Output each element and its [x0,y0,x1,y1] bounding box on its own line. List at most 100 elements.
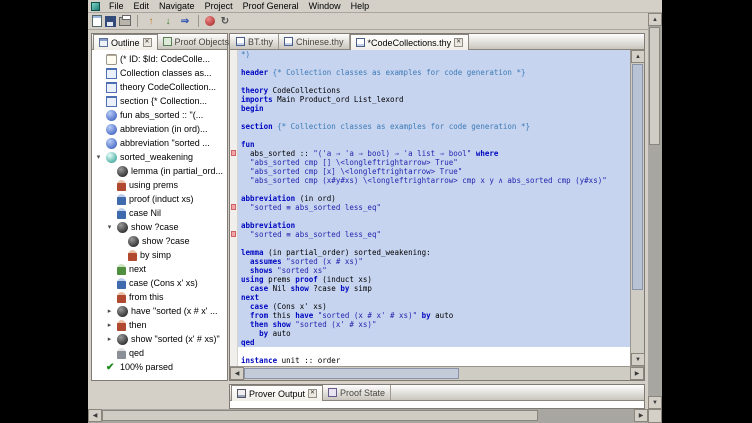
code-line[interactable] [238,347,630,356]
code-line[interactable]: begin [238,104,630,113]
outline-item[interactable]: using prems [92,178,227,192]
restart-prover-icon[interactable]: ↻ [218,15,232,28]
code-line[interactable] [238,59,630,68]
code-line[interactable]: instance unit :: order [238,356,630,365]
viewport-scroll-up-button[interactable] [648,13,662,26]
menu-item-window[interactable]: Window [304,0,346,12]
outline-item[interactable]: abbreviation (in ord)... [92,122,227,136]
next-proof-step-icon[interactable]: ↓ [161,15,175,28]
outline-item[interactable]: 100% parsed [92,360,227,374]
outline-item[interactable]: section {* Collection... [92,94,227,108]
outline-item[interactable]: next [92,262,227,276]
menu-item-edit[interactable]: Edit [129,0,155,12]
outline-item[interactable]: theory CodeCollection... [92,80,227,94]
code-line[interactable]: abs_sorted :: "('a ⇒ 'a ⇒ bool) ⇒ 'a lis… [238,149,630,158]
outline-item[interactable]: lemma (in partial_ord... [92,164,227,178]
outline-item[interactable]: from this [92,290,227,304]
outline-item[interactable]: by simp [92,248,227,262]
close-icon[interactable] [454,38,463,47]
code-text-area[interactable]: *)header {* Collection classes as exampl… [238,50,630,366]
editor-horizontal-scrollbar[interactable] [230,366,644,380]
code-line[interactable]: from this have "sorted (x # x' # xs)" by… [238,311,630,320]
code-line[interactable] [238,77,630,86]
close-icon[interactable] [143,38,152,47]
outline-item[interactable]: sorted_weakening [92,150,227,164]
scroll-up-button[interactable] [631,50,645,63]
code-line[interactable]: fun [238,140,630,149]
code-line[interactable]: shows "sorted xs" [238,266,630,275]
menu-item-help[interactable]: Help [346,0,375,12]
scroll-down-button[interactable] [631,353,645,366]
outline-item[interactable]: (* ID: $Id: CodeColle... [92,52,227,66]
menu-item-file[interactable]: File [104,0,129,12]
code-line[interactable]: "abs_sorted cmp [x] \<longleftrightarrow… [238,167,630,176]
save-icon[interactable] [105,16,116,27]
code-line[interactable]: next [238,293,630,302]
code-line[interactable] [238,131,630,140]
code-line[interactable]: lemma (in partial_order) sorted_weakenin… [238,248,630,257]
outline-item[interactable]: proof (induct xs) [92,192,227,206]
code-line[interactable]: imports Main Product_ord List_lexord [238,95,630,104]
outline-item[interactable]: abbreviation "sorted ... [92,136,227,150]
expander-closed-icon[interactable] [105,307,114,316]
code-line[interactable] [238,185,630,194]
viewport-scroll-down-button[interactable] [648,396,662,409]
code-line[interactable] [238,113,630,122]
code-line[interactable]: abbreviation [238,221,630,230]
code-line[interactable]: using prems proof (induct xs) [238,275,630,284]
editor-tab-bt-thy[interactable]: BT.thy [231,34,279,49]
interrupt-prover-icon[interactable] [205,16,215,26]
app-icon[interactable] [91,2,100,11]
view-tab-proof-state[interactable]: Proof State [323,385,391,400]
code-line[interactable]: case Nil show ?case by simp [238,284,630,293]
code-line[interactable]: "sorted ≡ abs_sorted less_eq" [238,203,630,212]
expander-closed-icon[interactable] [105,321,114,330]
outline-item[interactable]: qed [92,346,227,360]
code-line[interactable] [238,212,630,221]
viewport-vertical-scrollbar[interactable] [648,13,662,409]
expander-open-icon[interactable] [94,153,103,162]
scrollbar-thumb[interactable] [102,410,538,421]
print-icon[interactable] [119,17,131,26]
code-line[interactable]: "abs_sorted cmp (x#y#xs) \<longleftright… [238,176,630,185]
editor-tab-codecollections-thy[interactable]: *CodeCollections.thy [350,34,470,50]
code-line[interactable]: by auto [238,329,630,338]
editor-vertical-scrollbar[interactable] [630,50,644,366]
outline-item[interactable]: show "sorted (x' # xs)" [92,332,227,346]
outline-item[interactable]: have "sorted (x # x' ... [92,304,227,318]
code-line[interactable]: section {* Collection classes as example… [238,122,630,131]
expander-closed-icon[interactable] [105,335,114,344]
viewport-scroll-right-button[interactable] [634,409,648,422]
outline-item[interactable]: Collection classes as... [92,66,227,80]
code-line[interactable]: theory CodeCollections [238,86,630,95]
outline-item[interactable]: case Nil [92,206,227,220]
outline-item[interactable]: show ?case [92,220,227,234]
goto-point-icon[interactable]: ⇒ [178,15,192,28]
code-line[interactable]: qed [238,338,630,347]
menu-item-navigate[interactable]: Navigate [154,0,200,12]
viewport-scroll-left-button[interactable] [88,409,102,422]
view-tab-prover-output[interactable]: Prover Output [231,385,323,401]
outline-item[interactable]: fun abs_sorted :: "(... [92,108,227,122]
code-line[interactable]: "sorted ≡ abs_sorted less_eq" [238,230,630,239]
outline-item[interactable]: show ?case [92,234,227,248]
scroll-left-button[interactable] [230,367,244,380]
view-tab-proof-objects[interactable]: Proof Objects [158,34,236,49]
scrollbar-thumb[interactable] [632,64,643,290]
code-line[interactable]: header {* Collection classes as examples… [238,68,630,77]
code-line[interactable]: "abs_sorted cmp [] \<longleftrightarrow>… [238,158,630,167]
code-line[interactable]: case (Cons x' xs) [238,302,630,311]
view-tab-outline[interactable]: Outline [93,34,158,50]
outline-item[interactable]: case (Cons x' xs) [92,276,227,290]
code-line[interactable]: assumes "sorted (x # xs)" [238,257,630,266]
new-wizard-icon[interactable] [92,15,102,27]
code-line[interactable]: then show "sorted (x' # xs)" [238,320,630,329]
scrollbar-thumb[interactable] [244,368,459,379]
editor-tab-chinese-thy[interactable]: Chinese.thy [279,34,350,49]
menu-item-project[interactable]: Project [200,0,238,12]
close-icon[interactable] [308,389,317,398]
menu-item-proof-general[interactable]: Proof General [238,0,304,12]
scroll-right-button[interactable] [630,367,644,380]
undo-proof-step-icon[interactable]: ↑ [144,15,158,28]
code-line[interactable]: abbreviation (in ord) [238,194,630,203]
